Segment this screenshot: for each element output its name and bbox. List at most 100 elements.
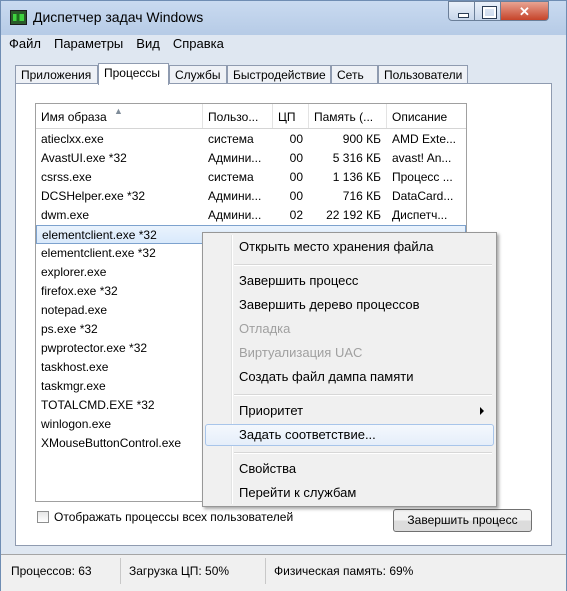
cell-image-name: dwm.exe — [41, 208, 90, 222]
title-bar[interactable]: Диспетчер задач Windows ✕ — [1, 1, 566, 35]
table-row[interactable]: AvastUI.exe *32 Админи... 00 5 316 КБ avast!… — [36, 149, 466, 168]
cell-image-name: winlogon.exe — [41, 417, 112, 431]
menu-separator — [234, 394, 492, 396]
cell-image-name: TOTALCMD.EXE *32 — [41, 398, 155, 412]
cell-user: система — [208, 170, 254, 184]
cell-description: AMD Exte... — [392, 132, 457, 146]
cell-image-name: atieclxx.exe — [41, 132, 104, 146]
sort-ascending-icon: ▲ — [114, 106, 123, 116]
menu-item[interactable]: Приоритет — [205, 400, 494, 422]
cell-image-name: elementclient.exe *32 — [42, 228, 157, 242]
cell-cpu: 00 — [289, 132, 303, 146]
window-title: Диспетчер задач Windows — [33, 9, 204, 25]
cell-image-name: pwprotector.exe *32 — [41, 341, 148, 355]
cell-memory: 5 316 КБ — [332, 151, 381, 165]
cell-description: Диспетч... — [392, 208, 448, 222]
menu-item[interactable]: Создать файл дампа памяти — [205, 366, 494, 388]
column-memory[interactable]: Память (... — [309, 104, 387, 128]
cell-user: система — [208, 132, 254, 146]
task-manager-icon — [10, 10, 27, 25]
menu-item-label: Свойства — [239, 461, 297, 476]
menu-item-label: Создать файл дампа памяти — [239, 369, 414, 384]
tab-performance[interactable]: Быстродействие — [227, 65, 331, 83]
menu-item[interactable]: Открыть место хранения файла — [205, 236, 494, 258]
cell-image-name: taskmgr.exe — [41, 379, 106, 393]
column-description[interactable]: Описание — [387, 104, 466, 128]
menu-help[interactable]: Справка — [173, 36, 224, 51]
menu-separator — [234, 452, 492, 454]
cell-image-name: firefox.exe *32 — [41, 284, 118, 298]
cell-description: Процесс ... — [392, 170, 453, 184]
cell-memory: 716 КБ — [342, 189, 381, 203]
cell-image-name: DCSHelper.exe *32 — [41, 189, 146, 203]
cell-image-name: taskhost.exe — [41, 360, 109, 374]
column-cpu[interactable]: ЦП — [273, 104, 309, 128]
column-header-row: ▲ Имя образа Пользо... ЦП Память (... Опи… — [36, 104, 466, 129]
menu-item[interactable]: Завершить дерево процессов — [205, 294, 494, 316]
cell-description: avast! An... — [392, 151, 452, 165]
cell-memory: 22 192 КБ — [326, 208, 381, 222]
cell-cpu: 00 — [289, 189, 303, 203]
table-row[interactable]: csrss.exe система 00 1 136 КБ Процесс ... — [36, 168, 466, 187]
cell-cpu: 00 — [289, 170, 303, 184]
menu-separator — [234, 264, 492, 266]
cell-memory: 900 КБ — [342, 132, 381, 146]
tab-users[interactable]: Пользователи — [378, 65, 468, 83]
menu-item-label: Перейти к службам — [239, 485, 357, 500]
cell-memory: 1 136 КБ — [332, 170, 381, 184]
menu-item-label: Отладка — [239, 321, 291, 336]
show-all-users-label: Отображать процессы всех пользователей — [54, 510, 294, 524]
menu-item-label: Завершить дерево процессов — [239, 297, 420, 312]
column-user[interactable]: Пользо... — [203, 104, 273, 128]
maximize-button[interactable] — [474, 1, 501, 21]
menu-item-label: Задать соответствие... — [239, 427, 376, 442]
status-physical-memory: Физическая память: 69% — [274, 564, 414, 578]
minimize-button[interactable] — [448, 1, 475, 21]
cell-image-name: explorer.exe — [41, 265, 107, 279]
menu-item-label: Открыть место хранения файла — [239, 239, 434, 254]
show-all-users-checkbox[interactable] — [37, 511, 49, 523]
cell-cpu: 02 — [289, 208, 303, 222]
menu-item-label: Приоритет — [239, 403, 304, 418]
cell-image-name: XMouseButtonControl.exe — [41, 436, 182, 450]
cell-image-name: notepad.exe — [41, 303, 108, 317]
menu-item[interactable]: Свойства — [205, 458, 494, 480]
table-row[interactable]: dwm.exe Админи... 02 22 192 КБ Диспетч... — [36, 206, 466, 225]
tab-network[interactable]: Сеть — [331, 65, 378, 83]
table-row[interactable]: DCSHelper.exe *32 Админи... 00 716 КБ DataCa… — [36, 187, 466, 206]
tab-applications[interactable]: Приложения — [15, 65, 98, 83]
menu-item-label: Завершить процесс — [239, 273, 359, 288]
menu-item[interactable]: Перейти к службам — [205, 482, 494, 504]
status-cpu-usage: Загрузка ЦП: 50% — [121, 558, 266, 584]
tab-processes[interactable]: Процессы — [98, 63, 169, 85]
column-label: Имя образа — [41, 110, 107, 124]
tab-services[interactable]: Службы — [169, 65, 227, 83]
end-process-button[interactable]: Завершить процесс — [393, 509, 532, 532]
submenu-arrow-icon — [480, 407, 484, 415]
maximize-icon — [482, 6, 497, 19]
status-bar: Процессов: 63 Загрузка ЦП: 50% Физическа… — [1, 554, 566, 591]
close-button[interactable]: ✕ — [500, 1, 549, 21]
menu-file[interactable]: Файл — [9, 36, 41, 51]
menu-item[interactable]: Задать соответствие... — [205, 424, 494, 446]
minimize-icon — [458, 13, 469, 18]
cell-cpu: 00 — [289, 151, 303, 165]
menu-item: Виртуализация UAC — [205, 342, 494, 364]
cell-user: Админи... — [208, 208, 262, 222]
status-process-count: Процессов: 63 — [3, 558, 121, 584]
cell-user: Админи... — [208, 189, 262, 203]
menu-bar: Файл Параметры Вид Справка — [9, 36, 237, 54]
menu-view[interactable]: Вид — [136, 36, 160, 51]
close-icon: ✕ — [519, 4, 530, 19]
cell-image-name: csrss.exe — [41, 170, 92, 184]
cell-image-name: elementclient.exe *32 — [41, 246, 156, 260]
cell-image-name: ps.exe *32 — [41, 322, 98, 336]
cell-user: Админи... — [208, 151, 262, 165]
menu-item: Отладка — [205, 318, 494, 340]
task-manager-window: Диспетчер задач Windows ✕ Файл Параметры В… — [0, 0, 567, 591]
cell-image-name: AvastUI.exe *32 — [41, 151, 127, 165]
menu-options[interactable]: Параметры — [54, 36, 123, 51]
menu-item[interactable]: Завершить процесс — [205, 270, 494, 292]
table-row[interactable]: atieclxx.exe система 00 900 КБ AMD Exte... — [36, 130, 466, 149]
column-image-name[interactable]: ▲ Имя образа — [36, 104, 203, 128]
